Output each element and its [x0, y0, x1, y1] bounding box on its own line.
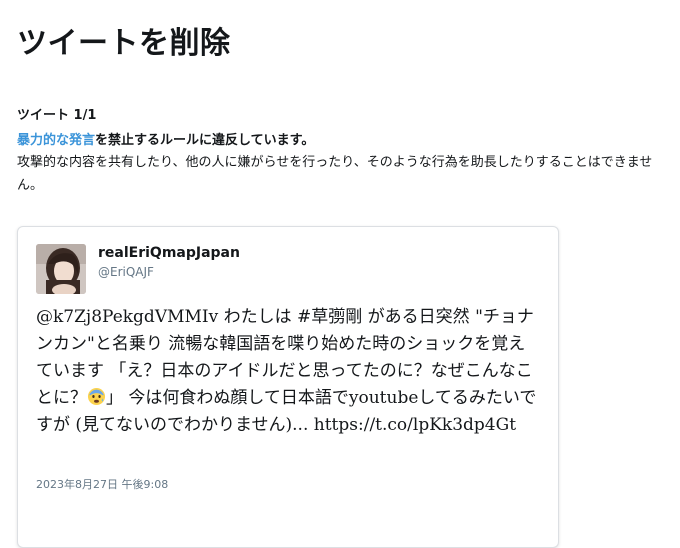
tweet-timestamp[interactable]: 2023年8月27日 午後9:08	[36, 476, 168, 492]
fearful-face-emoji-icon	[87, 387, 106, 406]
tweet-text-part2: 」 今は何食わぬ顔して日本語でyoutubeしてるみたいですが (見てないのでわ…	[36, 388, 537, 435]
violent-speech-policy-link[interactable]: 暴力的な発言	[17, 133, 95, 148]
violation-suffix: を禁止するルールに違反しています。	[95, 133, 315, 148]
display-name[interactable]: realEriQmapJapan	[98, 245, 240, 261]
policy-description: 攻撃的な内容を共有したり、他の人に嫌がらせを行ったり、そのような行為を助長したり…	[17, 155, 653, 193]
violation-notice: 暴力的な発言を禁止するルールに違反しています。	[17, 129, 314, 148]
tweet-text: @k7Zj8PekgdVMMIv わたしは #草彅剛 がある日突然 "チョナンカ…	[36, 304, 541, 439]
tweet-count: ツイート 1/1	[17, 108, 97, 123]
page-title: ツイートを削除	[17, 26, 231, 61]
avatar	[36, 244, 86, 294]
tweet-card: realEriQmapJapan @EriQAJF @k7Zj8PekgdVMM…	[17, 226, 559, 548]
avatar-image	[36, 244, 86, 294]
user-handle[interactable]: @EriQAJF	[98, 265, 154, 279]
